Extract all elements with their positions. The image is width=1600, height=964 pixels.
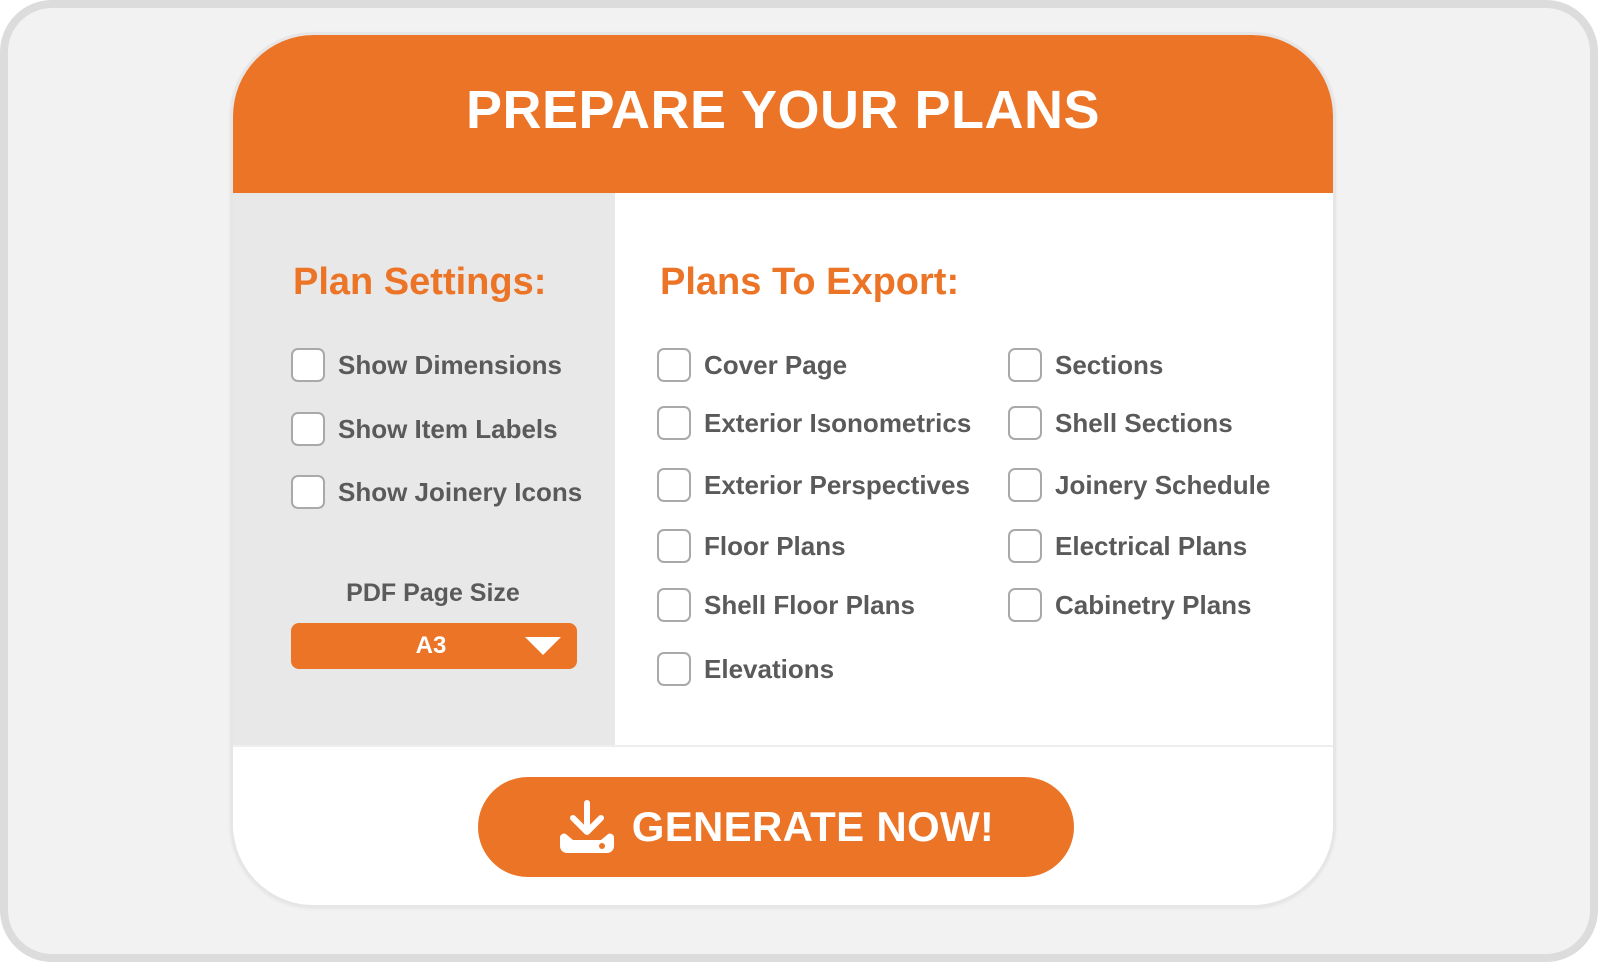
- export-label: Exterior Perspectives: [704, 469, 970, 500]
- generate-now-label: GENERATE NOW!: [631, 803, 995, 850]
- export-label: Shell Floor Plans: [704, 589, 915, 620]
- page-size-select[interactable]: A3: [291, 623, 577, 669]
- export-floor-plans[interactable]: Floor Plans: [657, 528, 846, 564]
- export-joinery-schedule[interactable]: Joinery Schedule: [1008, 467, 1270, 503]
- export-exterior-perspectives[interactable]: Exterior Perspectives: [657, 467, 970, 503]
- checkbox[interactable]: [1008, 348, 1042, 382]
- header-banner: PREPARE YOUR PLANS: [233, 35, 1333, 193]
- export-label: Joinery Schedule: [1055, 469, 1271, 500]
- export-shell-floor-plans[interactable]: Shell Floor Plans: [657, 587, 915, 623]
- checkbox[interactable]: [291, 475, 325, 509]
- export-label: Shell Sections: [1055, 407, 1233, 438]
- checkbox[interactable]: [657, 588, 691, 622]
- checkbox[interactable]: [657, 406, 691, 440]
- option-label: Show Joinery Icons: [338, 476, 583, 507]
- plans-to-export-panel: Plans To Export: Cover Page Exterior Iso…: [615, 193, 1333, 745]
- triangle-down-icon: [525, 637, 561, 655]
- export-label: Sections: [1055, 349, 1164, 380]
- plan-settings-title: Plan Settings:: [293, 261, 547, 303]
- export-sections[interactable]: Sections: [1008, 347, 1163, 383]
- export-cover-page[interactable]: Cover Page: [657, 347, 847, 383]
- export-label: Cover Page: [704, 349, 848, 380]
- checkbox[interactable]: [1008, 406, 1042, 440]
- option-label: Show Item Labels: [338, 413, 558, 444]
- checkbox[interactable]: [291, 412, 325, 446]
- option-show-item-labels[interactable]: Show Item Labels: [291, 411, 558, 447]
- option-label: Show Dimensions: [338, 349, 562, 380]
- download-icon: [559, 800, 614, 853]
- checkbox[interactable]: [657, 652, 691, 686]
- checkbox[interactable]: [291, 348, 325, 382]
- option-show-dimensions[interactable]: Show Dimensions: [291, 347, 562, 383]
- checkbox[interactable]: [657, 529, 691, 563]
- page-title: PREPARE YOUR PLANS: [465, 80, 1101, 140]
- export-electrical-plans[interactable]: Electrical Plans: [1008, 528, 1247, 564]
- export-label: Cabinetry Plans: [1055, 589, 1252, 620]
- prepare-plans-card: PREPARE YOUR PLANS Plan Settings: Show D…: [230, 32, 1336, 908]
- checkbox[interactable]: [1008, 529, 1042, 563]
- export-exterior-isonometrics[interactable]: Exterior Isonometrics: [657, 405, 971, 441]
- checkbox[interactable]: [657, 468, 691, 502]
- export-elevations[interactable]: Elevations: [657, 651, 834, 687]
- export-label: Exterior Isonometrics: [704, 407, 972, 438]
- option-show-joinery-icons[interactable]: Show Joinery Icons: [291, 474, 582, 510]
- plans-to-export-title: Plans To Export:: [660, 261, 960, 303]
- pdf-page-size-label: PDF Page Size: [346, 579, 520, 607]
- checkbox[interactable]: [1008, 468, 1042, 502]
- checkbox[interactable]: [1008, 588, 1042, 622]
- export-shell-sections[interactable]: Shell Sections: [1008, 405, 1233, 441]
- export-label: Elevations: [704, 653, 835, 684]
- export-label: Floor Plans: [704, 530, 846, 561]
- export-label: Electrical Plans: [1055, 530, 1248, 561]
- checkbox[interactable]: [657, 348, 691, 382]
- generate-now-button[interactable]: GENERATE NOW!: [478, 777, 1074, 877]
- plan-settings-panel: Plan Settings: Show Dimensions Show Item…: [233, 193, 615, 745]
- export-cabinetry-plans[interactable]: Cabinetry Plans: [1008, 587, 1252, 623]
